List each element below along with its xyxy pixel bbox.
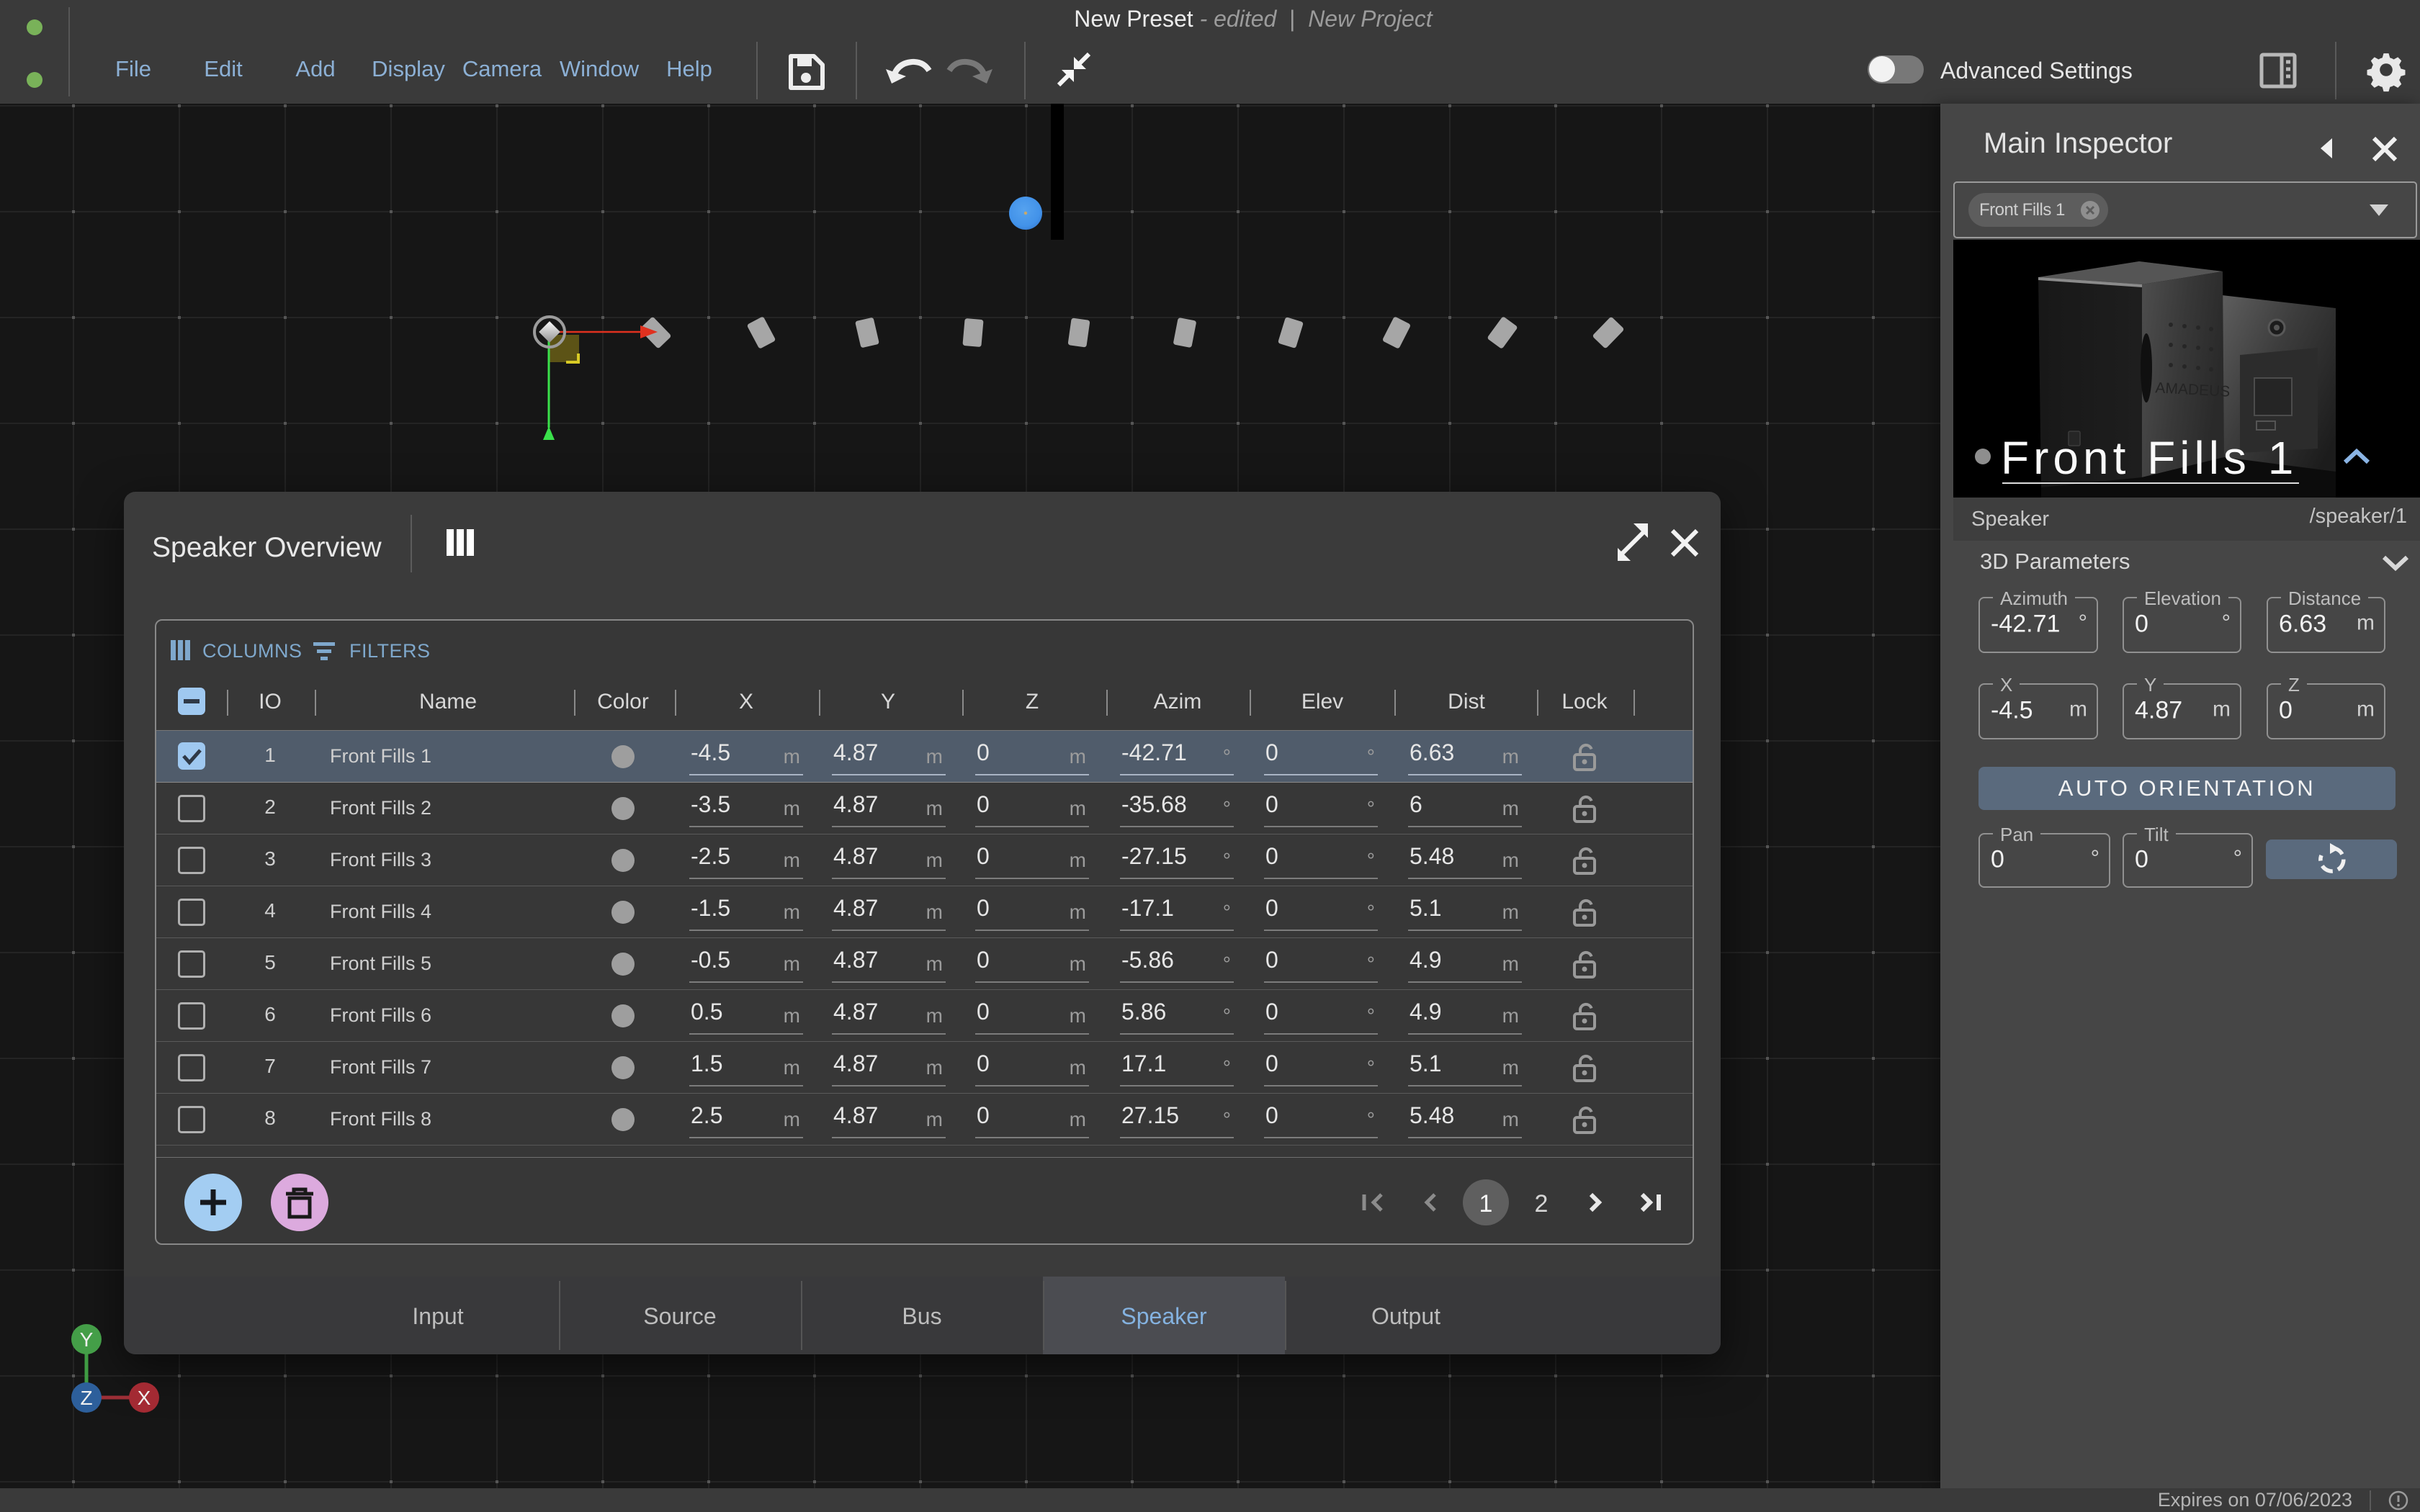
svg-text:2: 2 bbox=[1535, 1190, 1549, 1218]
svg-text:Z: Z bbox=[80, 1387, 92, 1409]
svg-text:Y: Y bbox=[80, 1328, 94, 1351]
svg-text:1: 1 bbox=[1479, 1190, 1493, 1218]
svg-text:X: X bbox=[138, 1387, 151, 1409]
